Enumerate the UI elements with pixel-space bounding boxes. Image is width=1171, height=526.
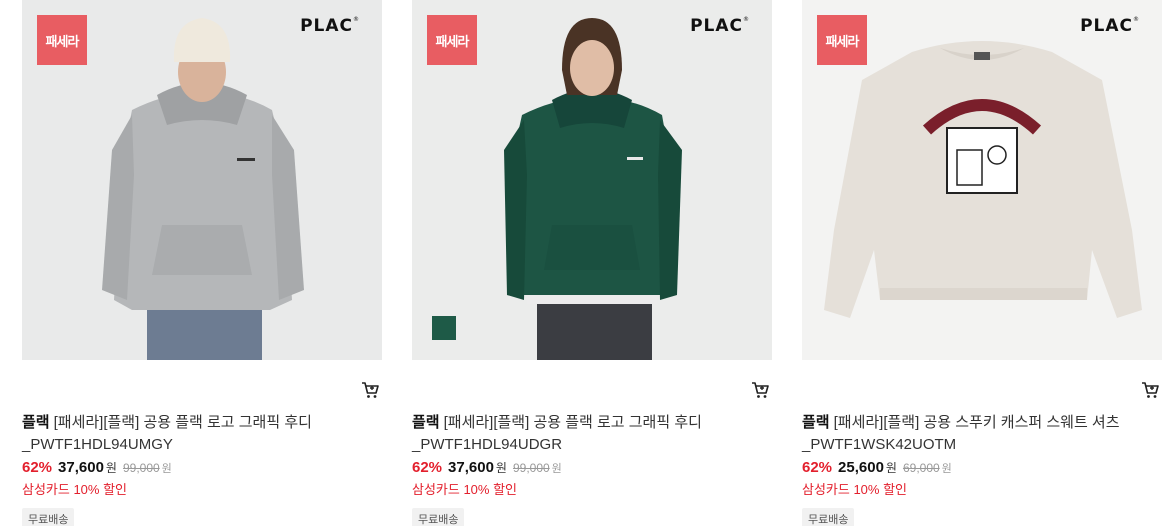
product-name: [패세라][플랙] 공용 플랙 로고 그래픽 후디 _PWTF1HDL94UDG… bbox=[412, 414, 702, 453]
sale-badge: 패세라 bbox=[37, 15, 87, 65]
shipping-tag: 무료배송 bbox=[22, 508, 75, 526]
brand-logo: PLAC® bbox=[1080, 16, 1140, 36]
product-name: [패세라][플랙] 공용 스푸키 캐스퍼 스웨트 셔츠 _PWTF1WSK42U… bbox=[802, 414, 1120, 453]
sale-price: 25,600 bbox=[838, 459, 884, 476]
sale-price: 37,600 bbox=[448, 459, 494, 476]
product-brand: 플랙 bbox=[412, 414, 440, 431]
currency-unit: 원 bbox=[495, 461, 507, 475]
shipping-tag: 무료배송 bbox=[412, 508, 465, 526]
product-brand: 플랙 bbox=[802, 414, 830, 431]
price-row: 62% 25,600 원 69,000 원 bbox=[802, 459, 952, 479]
shipping-tag: 무료배송 bbox=[802, 508, 855, 526]
cart-icon[interactable] bbox=[360, 380, 380, 400]
card-promo: 삼성카드 10% 할인 bbox=[802, 482, 908, 497]
product-title[interactable]: 플랙 [패세라][플랙] 공용 플랙 로고 그래픽 후디 _PWTF1HDL94U… bbox=[22, 412, 372, 456]
product-name: [패세라][플랙] 공용 플랙 로고 그래픽 후디 _PWTF1HDL94UMG… bbox=[22, 414, 312, 453]
product-card[interactable]: 패세라 PLAC® 플랙 [패세라][플랙] 공용 플랙 로고 그래픽 후디 _P… bbox=[22, 0, 382, 526]
original-currency-unit: 원 bbox=[551, 463, 562, 475]
card-promo: 삼성카드 10% 할인 bbox=[412, 482, 518, 497]
price-row: 62% 37,600 원 99,000 원 bbox=[22, 459, 172, 479]
color-swatch[interactable] bbox=[432, 316, 456, 340]
product-image[interactable]: 패세라 PLAC® bbox=[412, 0, 772, 360]
product-image[interactable]: 패세라 PLAC® bbox=[802, 0, 1162, 360]
product-card[interactable]: 패세라 PLAC® 플랙 [패세라][플랙] 공용 스푸키 캐스퍼 스웨트 셔츠 … bbox=[802, 0, 1162, 526]
product-card[interactable]: 패세라 PLAC® 플랙 [패세라][플랙] 공용 플랙 로고 그래픽 후디 _P… bbox=[412, 0, 772, 526]
original-currency-unit: 원 bbox=[941, 463, 952, 475]
sale-badge: 패세라 bbox=[427, 15, 477, 65]
product-title[interactable]: 플랙 [패세라][플랙] 공용 플랙 로고 그래픽 후디 _PWTF1HDL94U… bbox=[412, 412, 762, 456]
card-promo: 삼성카드 10% 할인 bbox=[22, 482, 128, 497]
cart-icon[interactable] bbox=[750, 380, 770, 400]
product-image[interactable]: 패세라 PLAC® bbox=[22, 0, 382, 360]
original-price: 99,000 bbox=[122, 461, 160, 475]
product-brand: 플랙 bbox=[22, 414, 50, 431]
discount-rate: 62% bbox=[802, 459, 833, 476]
original-price: 99,000 bbox=[512, 461, 550, 475]
original-currency-unit: 원 bbox=[161, 463, 172, 475]
sale-price: 37,600 bbox=[58, 459, 104, 476]
currency-unit: 원 bbox=[885, 461, 897, 475]
original-price: 69,000 bbox=[902, 461, 940, 475]
currency-unit: 원 bbox=[105, 461, 117, 475]
cart-icon[interactable] bbox=[1140, 380, 1160, 400]
discount-rate: 62% bbox=[412, 459, 443, 476]
sale-badge: 패세라 bbox=[817, 15, 867, 65]
brand-logo: PLAC® bbox=[300, 16, 360, 36]
brand-logo: PLAC® bbox=[690, 16, 750, 36]
product-title[interactable]: 플랙 [패세라][플랙] 공용 스푸키 캐스퍼 스웨트 셔츠 _PWTF1WSK4… bbox=[802, 412, 1152, 456]
price-row: 62% 37,600 원 99,000 원 bbox=[412, 459, 562, 479]
discount-rate: 62% bbox=[22, 459, 53, 476]
